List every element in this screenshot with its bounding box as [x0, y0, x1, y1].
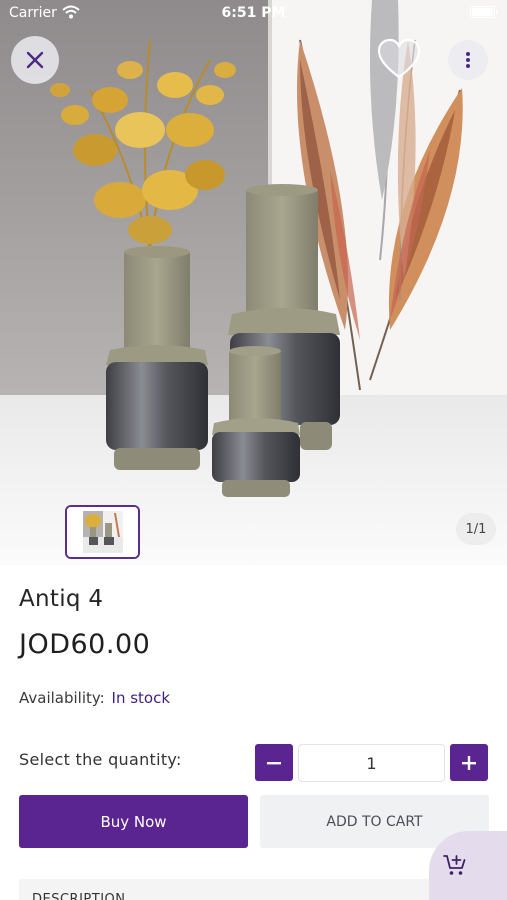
plus-icon	[462, 755, 476, 770]
minus-icon	[267, 761, 281, 764]
quantity-increase-button[interactable]	[450, 744, 488, 781]
status-bar: Carrier 6:51 PM	[0, 0, 507, 28]
quantity-input[interactable]	[298, 744, 445, 782]
description-section[interactable]: DESCRIPTION	[19, 879, 489, 900]
battery-icon	[470, 6, 498, 18]
availability-label: Availability:	[19, 689, 105, 707]
quantity-label: Select the quantity:	[19, 750, 182, 769]
thumbnail-image	[67, 507, 138, 557]
floating-cart-button[interactable]	[429, 831, 507, 900]
favorite-button[interactable]	[376, 38, 422, 82]
gallery-counter: 1/1	[456, 513, 496, 545]
product-title: Antiq 4	[19, 586, 104, 612]
product-image-gallery[interactable]: Carrier 6:51 PM 1/1	[0, 0, 507, 565]
availability: Availability: In stock	[19, 689, 170, 707]
gallery-thumbnail[interactable]	[65, 505, 140, 559]
description-header: DESCRIPTION	[32, 892, 126, 900]
buy-now-button[interactable]: Buy Now	[19, 795, 248, 848]
heart-icon	[377, 38, 421, 79]
close-button[interactable]	[11, 36, 59, 84]
cart-add-icon	[443, 855, 466, 875]
availability-status: In stock	[111, 689, 171, 707]
product-photo	[0, 0, 507, 565]
more-options-button[interactable]	[448, 40, 488, 80]
quantity-decrease-button[interactable]	[255, 744, 293, 781]
product-price: JOD60.00	[19, 629, 151, 660]
more-vertical-icon	[466, 52, 470, 68]
status-time: 6:51 PM	[221, 5, 286, 21]
close-icon	[26, 51, 44, 69]
